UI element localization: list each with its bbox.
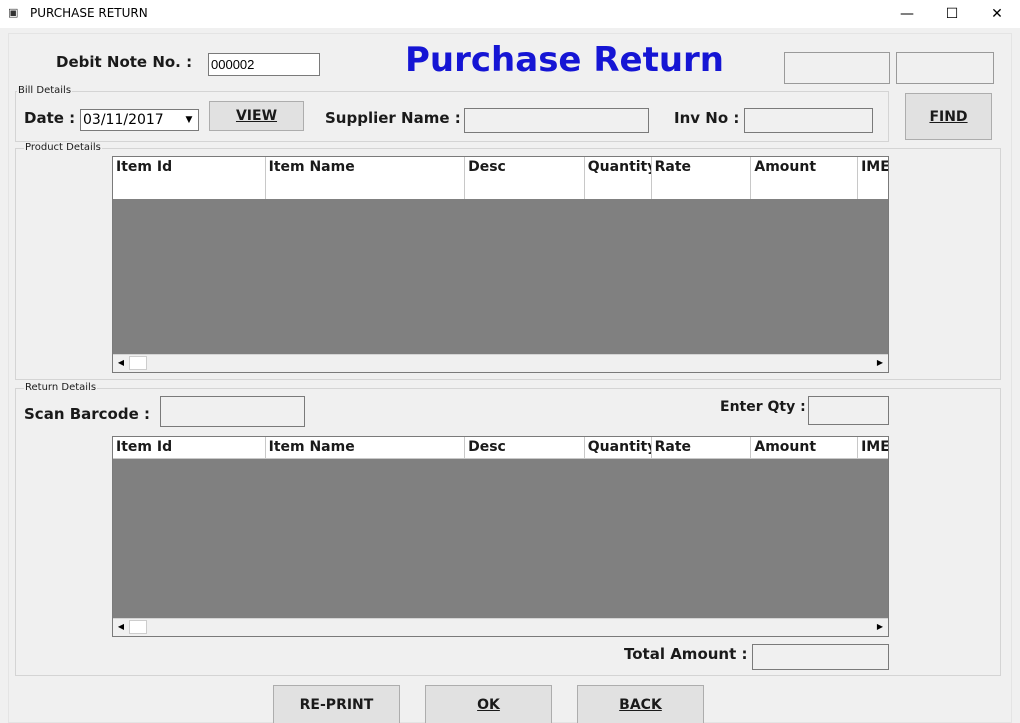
column-header[interactable]: Amount	[751, 437, 859, 458]
ok-button-label: OK	[477, 696, 500, 713]
inv-no-label: Inv No :	[674, 109, 740, 127]
scroll-thumb[interactable]	[129, 356, 147, 370]
total-amount-input[interactable]	[752, 644, 889, 670]
back-button[interactable]: BACK	[577, 685, 704, 723]
product-details-label: Product Details	[24, 142, 102, 153]
close-button[interactable]: ✕	[974, 0, 1020, 28]
product-grid-header: Item Id Item Name Desc Quantity Rate Amo…	[113, 157, 888, 179]
re-print-button-label: RE-PRINT	[299, 696, 374, 713]
horizontal-scrollbar[interactable]: ◀ ▶	[113, 354, 888, 372]
debit-note-input[interactable]	[208, 53, 320, 76]
column-header[interactable]: IME	[858, 157, 888, 178]
info-box-1	[784, 52, 890, 84]
ok-button[interactable]: OK	[425, 685, 552, 723]
supplier-name-input[interactable]	[464, 108, 649, 133]
bill-details-label: Bill Details	[17, 85, 73, 96]
table-cell[interactable]	[266, 178, 466, 199]
column-header[interactable]: Rate	[652, 157, 752, 178]
back-button-label: BACK	[619, 696, 662, 713]
title-bar: ▣ PURCHASE RETURN — ☐ ✕	[0, 0, 1020, 28]
column-header[interactable]: Quantity	[585, 157, 652, 178]
column-header[interactable]: Item Id	[113, 157, 266, 178]
return-grid-header: Item Id Item Name Desc Quantity Rate Amo…	[113, 437, 888, 459]
table-cell[interactable]	[585, 178, 652, 199]
arrow-right-icon[interactable]: ▶	[872, 355, 888, 371]
column-header[interactable]: IME	[858, 437, 888, 458]
view-button-label: VIEW	[235, 108, 278, 124]
horizontal-scrollbar[interactable]: ◀ ▶	[113, 618, 888, 636]
re-print-button[interactable]: RE-PRINT	[273, 685, 400, 723]
total-amount-label: Total Amount :	[624, 645, 748, 663]
scroll-thumb[interactable]	[129, 620, 147, 634]
inv-no-input[interactable]	[744, 108, 873, 133]
window-title: PURCHASE RETURN	[30, 6, 148, 20]
chevron-down-icon[interactable]: ▼	[182, 112, 196, 128]
arrow-left-icon[interactable]: ◀	[113, 355, 129, 371]
return-grid[interactable]: Item Id Item Name Desc Quantity Rate Amo…	[112, 436, 889, 637]
column-header[interactable]: Desc	[465, 157, 585, 178]
maximize-button[interactable]: ☐	[929, 0, 975, 28]
find-button[interactable]: FIND	[905, 93, 992, 140]
table-cell[interactable]	[652, 178, 752, 199]
arrow-right-icon[interactable]: ▶	[872, 619, 888, 635]
page-title: Purchase Return	[405, 40, 724, 80]
column-header[interactable]: Quantity	[585, 437, 652, 458]
column-header[interactable]: Item Name	[266, 157, 466, 178]
enter-qty-label: Enter Qty :	[720, 399, 806, 415]
return-details-label: Return Details	[24, 382, 98, 393]
enter-qty-input[interactable]	[808, 396, 889, 425]
column-header[interactable]: Rate	[652, 437, 752, 458]
arrow-left-icon[interactable]: ◀	[113, 619, 129, 635]
table-cell[interactable]	[465, 178, 585, 199]
table-cell[interactable]	[858, 178, 888, 199]
scan-barcode-label: Scan Barcode :	[24, 405, 150, 423]
info-box-2	[896, 52, 994, 84]
scan-barcode-input[interactable]	[160, 396, 305, 427]
column-header[interactable]: Amount	[751, 157, 859, 178]
form-icon: ▣	[8, 6, 19, 19]
column-header[interactable]: Item Name	[266, 437, 466, 458]
product-grid[interactable]: Item Id Item Name Desc Quantity Rate Amo…	[112, 156, 889, 373]
table-cell[interactable]	[113, 178, 266, 199]
date-label: Date :	[24, 109, 76, 127]
column-header[interactable]: Desc	[465, 437, 585, 458]
table-cell[interactable]	[751, 178, 859, 199]
view-button[interactable]: VIEW	[209, 101, 304, 131]
date-value: 03/11/2017	[83, 112, 164, 128]
supplier-name-label: Supplier Name :	[325, 109, 461, 127]
minimize-button[interactable]: —	[884, 0, 930, 28]
debit-note-label: Debit Note No. :	[56, 53, 193, 71]
column-header[interactable]: Item Id	[113, 437, 266, 458]
find-button-label: FIND	[929, 108, 968, 125]
table-row[interactable]	[113, 178, 888, 199]
date-picker[interactable]: 03/11/2017 ▼	[80, 109, 199, 131]
